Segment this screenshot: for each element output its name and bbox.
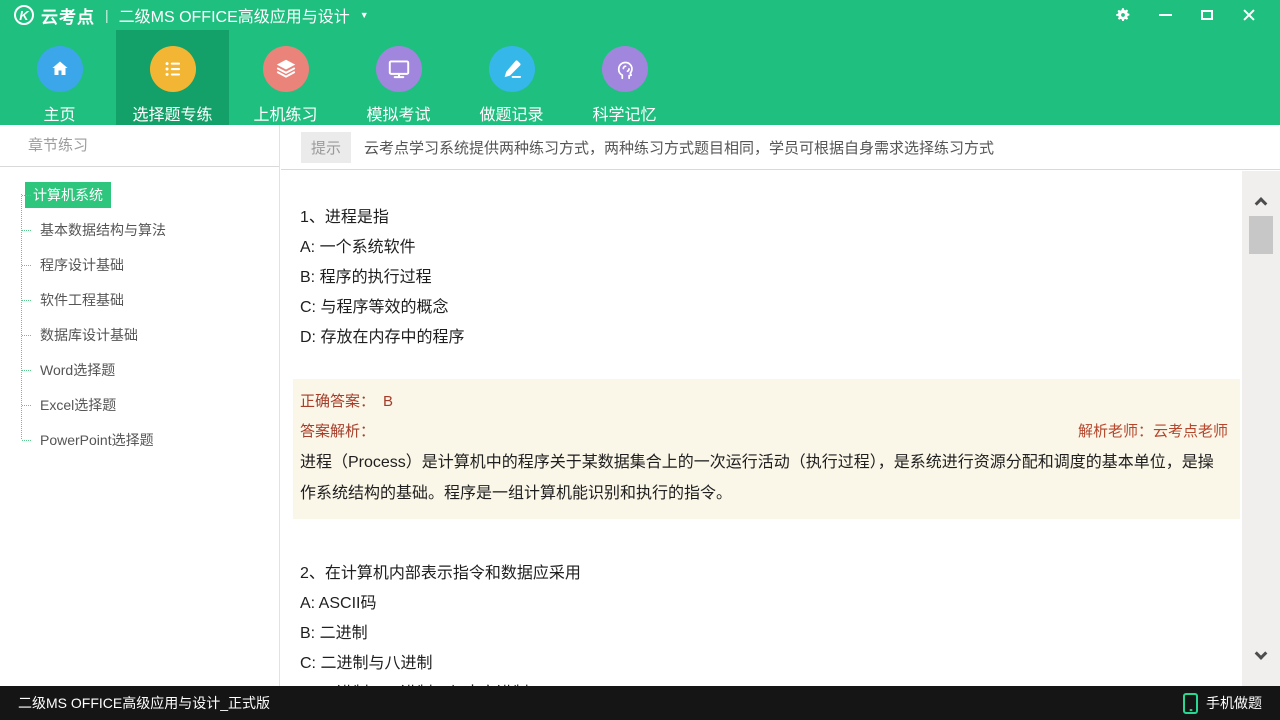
sidebar-item-label: 程序设计基础: [33, 252, 131, 278]
sidebar-item-label: PowerPoint选择题: [33, 427, 161, 453]
home-icon: [37, 46, 83, 92]
sidebar-item-excel[interactable]: Excel选择题: [0, 387, 279, 422]
sidebar-item-label: 基本数据结构与算法: [33, 217, 173, 243]
nav-item-scientific-memory[interactable]: 科学记忆: [568, 30, 681, 125]
close-button[interactable]: [1232, 0, 1266, 30]
question-title: 2、在计算机内部表示指令和数据应采用: [300, 559, 1228, 589]
question-1: 1、进程是指 A: 一个系统软件 B: 程序的执行过程 C: 与程序等效的概念 …: [300, 203, 1228, 353]
sidebar-item-label: 计算机系统: [25, 182, 111, 208]
nav-label: 科学记忆: [592, 101, 656, 125]
sidebar-item-label: Word选择题: [33, 357, 122, 383]
phone-icon: [1183, 693, 1198, 714]
nav-label: 选择题专练: [132, 101, 212, 125]
maximize-icon: [1201, 10, 1213, 20]
status-course-name: 二级MS OFFICE高级应用与设计_正式版: [18, 693, 270, 713]
question-option-c: C: 二进制与八进制: [300, 649, 1228, 679]
nav-item-question-record[interactable]: 做题记录: [455, 30, 568, 125]
chapter-sidebar: 章节练习 计算机系统 基本数据结构与算法 程序设计基础 软件工程基础 数据库设计…: [0, 125, 280, 686]
sidebar-item-programming-basics[interactable]: 程序设计基础: [0, 247, 279, 282]
correct-answer-row: 正确答案： B: [300, 387, 1228, 417]
nav-label: 模拟考试: [366, 101, 430, 125]
question-list: 1、进程是指 A: 一个系统软件 B: 程序的执行过程 C: 与程序等效的概念 …: [281, 170, 1280, 686]
scrollbar-thumb[interactable]: [1249, 216, 1273, 254]
app-logo: K 云考点: [14, 3, 95, 28]
minimize-button[interactable]: [1148, 0, 1182, 30]
nav-label: 上机练习: [253, 101, 317, 125]
nav-label: 主页: [43, 101, 75, 125]
analysis-teacher: 解析老师：云考点老师: [1078, 417, 1228, 447]
monitor-icon: [376, 46, 422, 92]
correct-answer-label: 正确答案：: [300, 393, 375, 410]
title-bar: K 云考点 | 二级MS OFFICE高级应用与设计 ▼: [0, 0, 1280, 30]
logo-icon: K: [14, 5, 34, 25]
brain-icon: [602, 46, 648, 92]
sidebar-item-computer-system[interactable]: 计算机系统: [0, 177, 279, 212]
settings-button[interactable]: [1106, 0, 1140, 30]
sidebar-item-database-design[interactable]: 数据库设计基础: [0, 317, 279, 352]
question-option-d: D: 存放在内存中的程序: [300, 323, 1228, 353]
status-bar: 二级MS OFFICE高级应用与设计_正式版 手机做题: [0, 686, 1280, 720]
sidebar-header: 章节练习: [0, 125, 279, 167]
question-option-a: A: ASCII码: [300, 589, 1228, 619]
chevron-down-icon[interactable]: ▼: [360, 10, 369, 20]
sidebar-item-software-engineering[interactable]: 软件工程基础: [0, 282, 279, 317]
scroll-down-icon[interactable]: [1255, 647, 1268, 660]
pencil-icon: [489, 46, 535, 92]
tip-row: 提示 云考点学习系统提供两种练习方式，两种练习方式题目相同，学员可根据自身需求选…: [281, 125, 1280, 170]
sidebar-item-data-structures[interactable]: 基本数据结构与算法: [0, 212, 279, 247]
gear-icon: [1114, 6, 1132, 24]
main-nav: 主页 选择题专练 上机练习 模拟考试: [0, 30, 1280, 125]
nav-item-home[interactable]: 主页: [3, 30, 116, 125]
analysis-label: 答案解析：: [300, 417, 375, 447]
nav-item-mock-exam[interactable]: 模拟考试: [342, 30, 455, 125]
tip-badge: 提示: [301, 132, 351, 163]
course-title: 二级MS OFFICE高级应用与设计: [119, 3, 350, 27]
question-2: 2、在计算机内部表示指令和数据应采用 A: ASCII码 B: 二进制 C: 二…: [300, 559, 1228, 686]
chapter-tree: 计算机系统 基本数据结构与算法 程序设计基础 软件工程基础 数据库设计基础 Wo…: [0, 167, 279, 457]
nav-item-choice-practice[interactable]: 选择题专练: [116, 30, 229, 125]
answer-explanation: 进程（Process）是计算机中的程序关于某数据集合上的一次运行活动（执行过程）…: [300, 447, 1228, 509]
sidebar-item-label: 数据库设计基础: [33, 322, 145, 348]
scrollbar[interactable]: [1242, 171, 1280, 686]
question-option-b: B: 二进制: [300, 619, 1228, 649]
question-option-c: C: 与程序等效的概念: [300, 293, 1228, 323]
question-option-a: A: 一个系统软件: [300, 233, 1228, 263]
window-controls: [1106, 0, 1266, 30]
maximize-button[interactable]: [1190, 0, 1224, 30]
mobile-practice-label: 手机做题: [1206, 693, 1262, 713]
brand-name: 云考点: [41, 3, 95, 28]
sidebar-item-word[interactable]: Word选择题: [0, 352, 279, 387]
nav-item-computer-practice[interactable]: 上机练习: [229, 30, 342, 125]
question-option-d: D: 二进制、八进制、与十六进制: [300, 679, 1228, 686]
sidebar-item-label: Excel选择题: [33, 392, 123, 418]
scroll-up-icon[interactable]: [1255, 197, 1268, 210]
question-option-b: B: 程序的执行过程: [300, 263, 1228, 293]
nav-label: 做题记录: [479, 101, 543, 125]
minimize-icon: [1159, 14, 1172, 16]
title-separator: |: [105, 7, 109, 23]
tip-text: 云考点学习系统提供两种练习方式，两种练习方式题目相同，学员可根据自身需求选择练习…: [364, 137, 994, 158]
sidebar-item-powerpoint[interactable]: PowerPoint选择题: [0, 422, 279, 457]
correct-answer-value: B: [383, 393, 393, 410]
close-icon: [1242, 8, 1256, 22]
layers-icon: [263, 46, 309, 92]
mobile-practice-button[interactable]: 手机做题: [1183, 693, 1262, 714]
question-title: 1、进程是指: [300, 203, 1228, 233]
question-panel: 提示 云考点学习系统提供两种练习方式，两种练习方式题目相同，学员可根据自身需求选…: [281, 125, 1280, 686]
answer-block: 正确答案： B 答案解析： 解析老师：云考点老师 进程（Process）是计算机中…: [293, 379, 1240, 519]
sidebar-item-label: 软件工程基础: [33, 287, 131, 313]
list-icon: [150, 46, 196, 92]
analysis-row: 答案解析： 解析老师：云考点老师: [300, 417, 1228, 447]
